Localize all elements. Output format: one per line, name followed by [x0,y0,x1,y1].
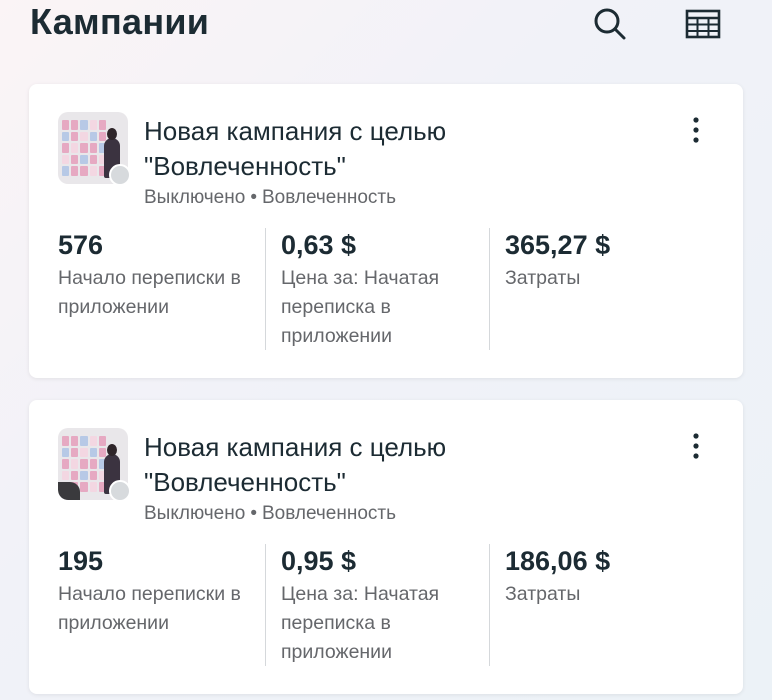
metric-divider [489,228,490,350]
metric-value: 0,63 $ [281,230,357,260]
metric-results: 195 Начало переписки в приложении [58,544,268,638]
search-icon [594,8,626,40]
campaign-status: Выключено [144,503,246,524]
metric-spend: 186,06 $ Затраты [505,544,715,609]
metric-value: 0,95 $ [281,546,357,576]
metric-label: Начало переписки в приложении [58,583,241,634]
metric-value: 195 [58,546,104,576]
metric-label: Начало переписки в приложении [58,267,241,318]
metric-divider [265,228,266,350]
metric-label: Затраты [505,583,581,605]
campaign-objective: Вовлеченность [261,503,397,524]
campaign-meta: Выключено • Вовлеченность [144,186,396,210]
table-view-button[interactable] [681,2,725,46]
more-options-button[interactable] [681,114,711,146]
app-header: Кампании [0,0,772,60]
metric-label: Цена за: Начатая переписка в приложении [281,583,440,663]
metric-results: 576 Начало переписки в приложении [58,228,268,322]
campaign-name[interactable]: Новая кампания с целью "Вовлеченность" [144,114,664,184]
page-title: Кампании [30,1,210,42]
metric-label: Цена за: Начатая переписка в приложении [281,267,440,347]
metric-divider [489,544,490,666]
campaign-name[interactable]: Новая кампания с целью "Вовлеченность" [144,430,664,500]
metric-value: 576 [58,230,104,260]
more-options-button[interactable] [681,430,711,462]
more-vertical-icon [693,433,699,459]
metric-cost-per-result: 0,95 $ Цена за: Начатая переписка в прил… [281,544,491,667]
metric-divider [265,544,266,666]
metric-label: Затраты [505,267,581,289]
table-icon [685,9,721,39]
metric-cost-per-result: 0,63 $ Цена за: Начатая переписка в прил… [281,228,491,351]
campaign-meta: Выключено • Вовлеченность [144,502,396,526]
meta-separator: • [250,187,257,208]
campaign-card[interactable]: Новая кампания с целью "Вовлеченность" В… [29,84,743,378]
status-indicator [109,480,131,502]
status-indicator [109,164,131,186]
campaign-status: Выключено [144,187,246,208]
meta-separator: • [250,503,257,524]
campaign-card[interactable]: Новая кампания с целью "Вовлеченность" В… [29,400,743,694]
campaign-objective: Вовлеченность [261,187,397,208]
search-button[interactable] [588,2,632,46]
metric-spend: 365,27 $ Затраты [505,228,715,293]
metric-value: 365,27 $ [505,230,611,260]
more-vertical-icon [693,117,699,143]
metric-value: 186,06 $ [505,546,611,576]
